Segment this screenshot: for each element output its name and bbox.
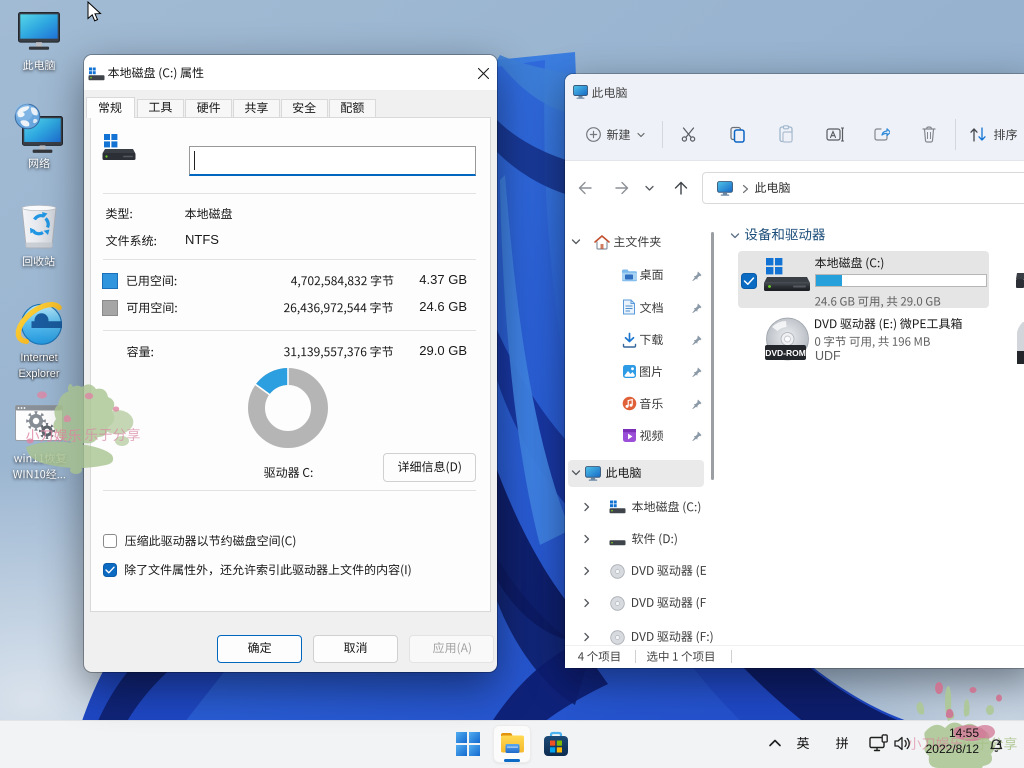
svg-text:DVD-ROM: DVD-ROM [765, 348, 806, 358]
